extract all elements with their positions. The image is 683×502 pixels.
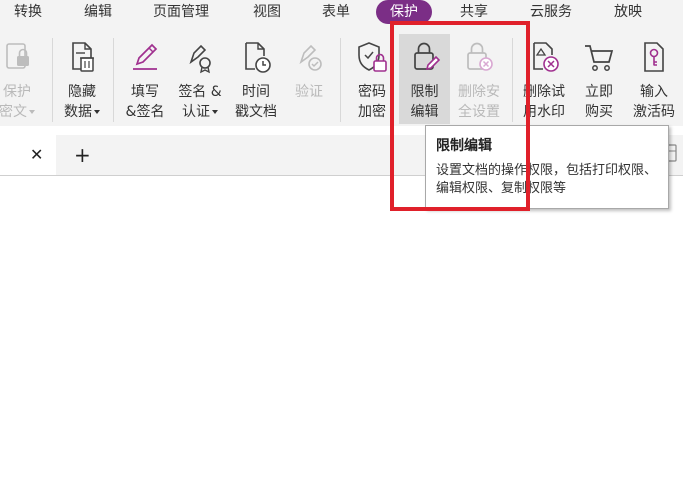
fill-sign-label-1: 填写 (131, 84, 159, 100)
buy-now-label-2: 购买 (585, 104, 613, 120)
activation-code-button[interactable]: 输入 激活码 (628, 34, 680, 124)
protect-label-1: 保护 (3, 84, 31, 100)
highlight-box (390, 21, 530, 211)
validate-icon (299, 44, 322, 71)
chevron-down-icon (212, 110, 218, 114)
menu-tab-form[interactable]: 表单 (322, 0, 350, 24)
close-icon[interactable]: ✕ (30, 147, 43, 163)
remove-watermark-icon (533, 42, 559, 72)
hide-data-label-2: 数据 (64, 104, 92, 120)
protect-label-2: 密文 (0, 104, 27, 120)
add-tab-icon[interactable]: + (74, 145, 91, 165)
password-encrypt-label-2: 加密 (358, 104, 386, 120)
buy-now-button[interactable]: 立即 购买 (576, 34, 622, 124)
password-encrypt-label-1: 密码 (358, 84, 386, 100)
document-tab[interactable]: ✕ (0, 135, 56, 175)
document-canvas[interactable] (0, 175, 683, 502)
ribbon-toolbar: 保护 密文 隐藏 数据 填写 &签名 签名 & 认证 时间 戳文档 验证 密码 … (0, 26, 683, 126)
sign-certify-icon (189, 44, 211, 74)
chevron-down-icon (29, 110, 35, 114)
chevron-down-icon (94, 110, 100, 114)
menu-tab-edit[interactable]: 编辑 (84, 0, 112, 24)
timestamp-label-2: 戳文档 (235, 104, 277, 120)
pen-sign-icon (133, 43, 158, 70)
validate-button[interactable]: 验证 (286, 34, 332, 124)
hide-data-button[interactable]: 隐藏 数据 (56, 34, 108, 124)
timestamp-label-1: 时间 (242, 84, 270, 100)
sign-certify-label-2: 认证 (182, 104, 210, 120)
menu-tab-convert[interactable]: 转换 (14, 0, 42, 24)
fill-sign-button[interactable]: 填写 &签名 (118, 34, 172, 124)
protect-doc-icon (6, 43, 29, 69)
menu-tab-cloud[interactable]: 云服务 (530, 0, 572, 24)
ribbon-separator (340, 38, 341, 122)
timestamp-button[interactable]: 时间 戳文档 (229, 34, 283, 124)
activation-code-label-1: 输入 (640, 84, 668, 100)
menu-tab-page-manage[interactable]: 页面管理 (153, 0, 209, 24)
password-encrypt-icon (358, 42, 387, 72)
hide-data-label-1: 隐藏 (68, 84, 96, 100)
ribbon-separator (52, 38, 53, 122)
activation-key-icon (644, 42, 664, 72)
sign-certify-label-1: 签名 & (178, 84, 222, 100)
timestamp-icon (245, 42, 271, 73)
protect-redact-button[interactable]: 保护 密文 (0, 34, 42, 124)
cart-icon (585, 45, 614, 71)
fill-sign-label-2: &签名 (125, 104, 165, 120)
buy-now-label-1: 立即 (585, 84, 613, 100)
password-encrypt-button[interactable]: 密码 加密 (348, 34, 396, 124)
hide-data-icon (72, 42, 94, 72)
sign-certify-button[interactable]: 签名 & 认证 (174, 34, 226, 124)
menu-tab-slideshow[interactable]: 放映 (614, 0, 642, 24)
menu-tab-view[interactable]: 视图 (253, 0, 281, 24)
menu-bar: 转换 编辑 页面管理 视图 表单 保护 共享 云服务 放映 (0, 0, 683, 26)
ribbon-separator (113, 38, 114, 122)
validate-label-1: 验证 (295, 84, 323, 100)
activation-code-label-2: 激活码 (633, 104, 675, 120)
